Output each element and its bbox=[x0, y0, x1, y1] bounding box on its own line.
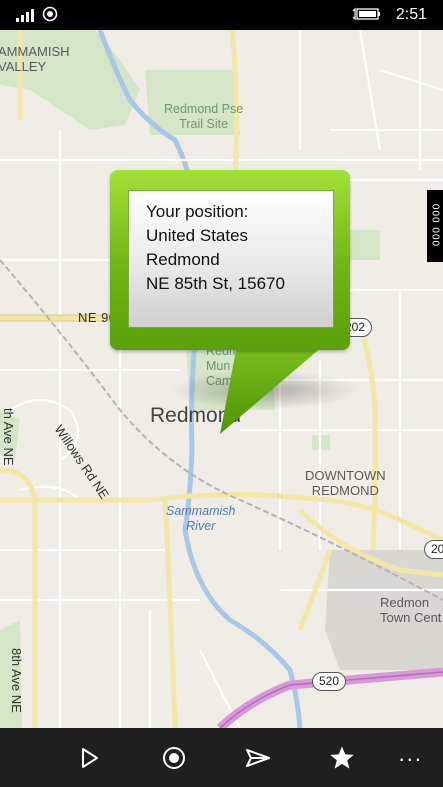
status-bar: 2:51 bbox=[0, 0, 443, 30]
signal-strength-icon bbox=[16, 8, 34, 22]
map-label-downtown: DOWNTOWN REDMOND bbox=[305, 468, 386, 498]
favorite-button[interactable] bbox=[326, 742, 358, 774]
more-options-button[interactable]: ... bbox=[399, 743, 423, 765]
location-indicator-icon bbox=[42, 6, 58, 22]
callout-line-2: United States bbox=[146, 226, 249, 245]
callout-line-1: Your position: bbox=[146, 202, 249, 221]
side-tab-label: 000 000 bbox=[429, 203, 441, 248]
callout-line-4: NE 85th St, 15670 bbox=[146, 274, 285, 293]
battery-icon bbox=[352, 7, 380, 21]
send-icon bbox=[246, 749, 270, 767]
route-shield-520: 520 bbox=[312, 672, 347, 691]
side-tab[interactable]: 000 000 bbox=[427, 190, 443, 262]
map-label-town-center: Redmon Town Cent bbox=[380, 595, 442, 625]
map-label-river: Sammamish River bbox=[166, 504, 236, 533]
callout-text: Your position: United States Redmond NE … bbox=[146, 200, 326, 296]
play-icon bbox=[82, 748, 98, 768]
star-icon bbox=[330, 746, 354, 769]
route-shield-20: 20 bbox=[424, 540, 443, 559]
play-button[interactable] bbox=[74, 742, 106, 774]
map-label-trail-site: Redmond Pse Trail Site bbox=[164, 102, 244, 131]
record-button[interactable] bbox=[158, 742, 190, 774]
map-view[interactable]: AMMAMISH VALLEY Redmond Pse Trail Site R… bbox=[0, 30, 443, 728]
send-button[interactable] bbox=[242, 742, 274, 774]
road-label-ave-ne-top: th Ave NE bbox=[1, 408, 16, 466]
record-icon bbox=[163, 747, 185, 769]
clock: 2:51 bbox=[395, 6, 427, 23]
app-bar: ... bbox=[0, 728, 443, 787]
callout-line-3: Redmond bbox=[146, 250, 220, 269]
position-callout[interactable]: Your position: United States Redmond NE … bbox=[110, 170, 350, 434]
road-label-ave-ne-bottom: 8th Ave NE bbox=[9, 648, 24, 713]
map-label-sammamish-valley: AMMAMISH VALLEY bbox=[0, 44, 70, 74]
